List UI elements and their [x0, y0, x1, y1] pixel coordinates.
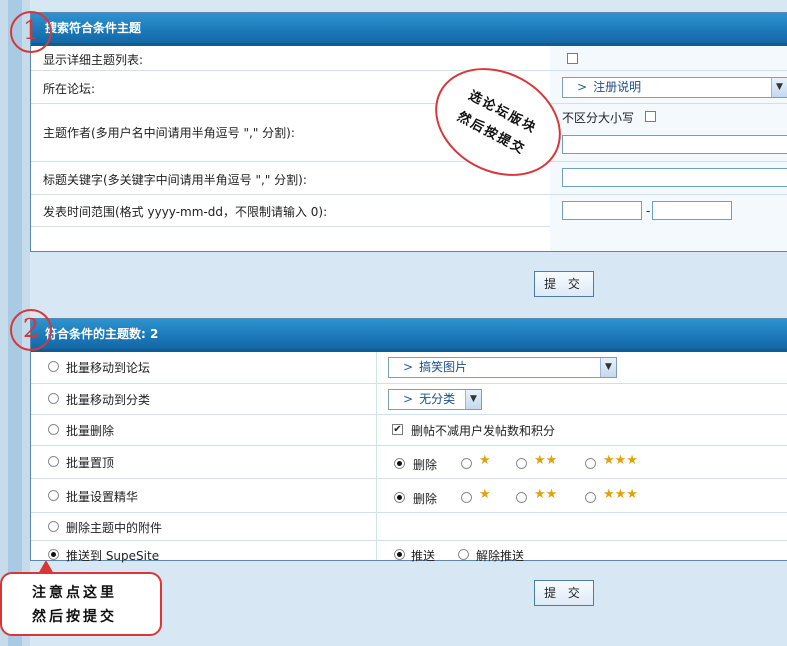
- show-detail-checkbox[interactable]: [567, 53, 578, 64]
- case-insensitive-label: 不区分大小写: [562, 111, 635, 125]
- chevron-down-icon[interactable]: ▼: [465, 390, 481, 409]
- callout-text: 注意点这里: [32, 585, 117, 601]
- delete-option-label: 删帖不减用户发帖数和积分: [411, 424, 556, 438]
- unpush-label: 解除推送: [476, 549, 525, 563]
- forum-select[interactable]: > 注册说明 ▼: [562, 77, 787, 98]
- keyword-input[interactable]: [562, 168, 787, 187]
- action-row-delete-attachments: 删除主题中的附件: [31, 513, 787, 541]
- action-radio-push[interactable]: [48, 549, 59, 560]
- chevron-down-icon[interactable]: ▼: [600, 358, 616, 377]
- top-level3-radio[interactable]: [585, 458, 596, 469]
- date-to-input[interactable]: [652, 201, 732, 220]
- action-submit-button[interactable]: 提 交: [534, 580, 594, 606]
- callout-bubble-push: 注意点这里 然后按提交: [0, 572, 162, 636]
- push-label: 推送: [411, 549, 436, 563]
- date-label: 发表时间范围(格式 yyyy-mm-dd，不限制请输入 0):: [43, 205, 328, 219]
- star-icon: ★★★: [603, 453, 638, 468]
- column-divider: [376, 352, 377, 560]
- keyword-row: 标题关键字(多关键字中间请用半角逗号 "," 分割):: [31, 162, 787, 195]
- step2-marker: 2: [10, 309, 52, 351]
- action-row-delete: 批量删除 ✔ 删帖不减用户发帖数和积分: [31, 415, 787, 446]
- top-delete-label: 删除: [413, 458, 438, 472]
- forum-row: 所在论坛: > 注册说明 ▼: [31, 71, 787, 104]
- action-radio-move-category[interactable]: [48, 393, 59, 404]
- callout-text: 然后按提交: [32, 609, 117, 625]
- action-panel: 符合条件的主题数: 2 批量移动到论坛 > 搞笑图片 ▼ 批量移动到分类 > 无分类…: [30, 318, 787, 563]
- star-icon: ★★★: [603, 487, 638, 502]
- step1-marker: 1: [10, 11, 52, 53]
- chevron-right-icon: >: [403, 392, 414, 406]
- star-icon: ★★: [534, 453, 558, 468]
- forum-select-value: 注册说明: [593, 80, 642, 94]
- action-row-move-category: 批量移动到分类 > 无分类 ▼: [31, 384, 787, 415]
- date-from-input[interactable]: [562, 201, 642, 220]
- forum-label: 所在论坛:: [43, 82, 96, 96]
- chevron-right-icon: >: [403, 360, 414, 374]
- date-separator: -: [646, 204, 651, 218]
- author-row: 主题作者(多用户名中间请用半角逗号 "," 分割): 不区分大小写: [31, 104, 787, 162]
- star-icon: ★★: [534, 487, 558, 502]
- action-row-digest: 批量设置精华 删除 ★ ★★ ★★★: [31, 479, 787, 513]
- action-row-move-forum: 批量移动到论坛 > 搞笑图片 ▼: [31, 352, 787, 384]
- move-forum-select-value: 搞笑图片: [419, 360, 468, 374]
- search-submit-button[interactable]: 提 交: [534, 271, 594, 297]
- action-radio-top[interactable]: [48, 456, 59, 467]
- date-row: 发表时间范围(格式 yyyy-mm-dd，不限制请输入 0): -: [31, 195, 787, 227]
- keyword-label: 标题关键字(多关键字中间请用半角逗号 "," 分割):: [43, 173, 307, 187]
- unpush-radio[interactable]: [458, 549, 469, 560]
- action-label-delete-attachments: 删除主题中的附件: [66, 521, 163, 535]
- move-category-select-value: 无分类: [419, 392, 456, 406]
- delete-option-checkbox[interactable]: ✔: [392, 424, 403, 435]
- action-radio-digest[interactable]: [48, 490, 59, 501]
- action-radio-delete[interactable]: [48, 424, 59, 435]
- action-label-top: 批量置顶: [66, 456, 115, 470]
- star-icon: ★: [479, 487, 491, 502]
- action-radio-delete-attachments[interactable]: [48, 521, 59, 532]
- author-input[interactable]: [562, 135, 787, 154]
- action-row-top: 批量置顶 删除 ★ ★★ ★★★: [31, 446, 787, 479]
- action-radio-move-forum[interactable]: [48, 361, 59, 372]
- action-row-push: 推送到 SupeSite 推送 解除推送: [31, 541, 787, 567]
- star-icon: ★: [479, 453, 491, 468]
- action-label-delete: 批量删除: [66, 424, 115, 438]
- digest-level1-radio[interactable]: [461, 492, 472, 503]
- callout-pointer: [38, 560, 54, 574]
- digest-level2-radio[interactable]: [516, 492, 527, 503]
- author-label: 主题作者(多用户名中间请用半角逗号 "," 分割):: [43, 126, 295, 140]
- action-label-move-category: 批量移动到分类: [66, 393, 151, 407]
- action-label-digest: 批量设置精华: [66, 490, 139, 504]
- show-detail-row: 显示详细主题列表:: [31, 46, 787, 71]
- search-panel-title: 搜索符合条件主题: [31, 13, 787, 46]
- move-category-select[interactable]: > 无分类 ▼: [388, 389, 482, 410]
- digest-level3-radio[interactable]: [585, 492, 596, 503]
- search-panel: 搜索符合条件主题 显示详细主题列表: 所在论坛: > 注册说明 ▼ 主题作者(多用…: [30, 12, 787, 252]
- top-delete-radio[interactable]: [394, 458, 405, 469]
- action-label-push: 推送到 SupeSite: [66, 549, 160, 563]
- chevron-down-icon[interactable]: ▼: [771, 78, 787, 97]
- chevron-right-icon: >: [577, 80, 588, 94]
- show-detail-label: 显示详细主题列表:: [43, 53, 144, 67]
- move-forum-select[interactable]: > 搞笑图片 ▼: [388, 357, 617, 378]
- digest-delete-label: 删除: [413, 492, 438, 506]
- top-level1-radio[interactable]: [461, 458, 472, 469]
- top-level2-radio[interactable]: [516, 458, 527, 469]
- case-insensitive-checkbox[interactable]: [645, 111, 656, 122]
- digest-delete-radio[interactable]: [394, 492, 405, 503]
- action-label-move-forum: 批量移动到论坛: [66, 361, 151, 375]
- push-radio[interactable]: [394, 549, 405, 560]
- action-panel-title: 符合条件的主题数: 2: [31, 319, 787, 352]
